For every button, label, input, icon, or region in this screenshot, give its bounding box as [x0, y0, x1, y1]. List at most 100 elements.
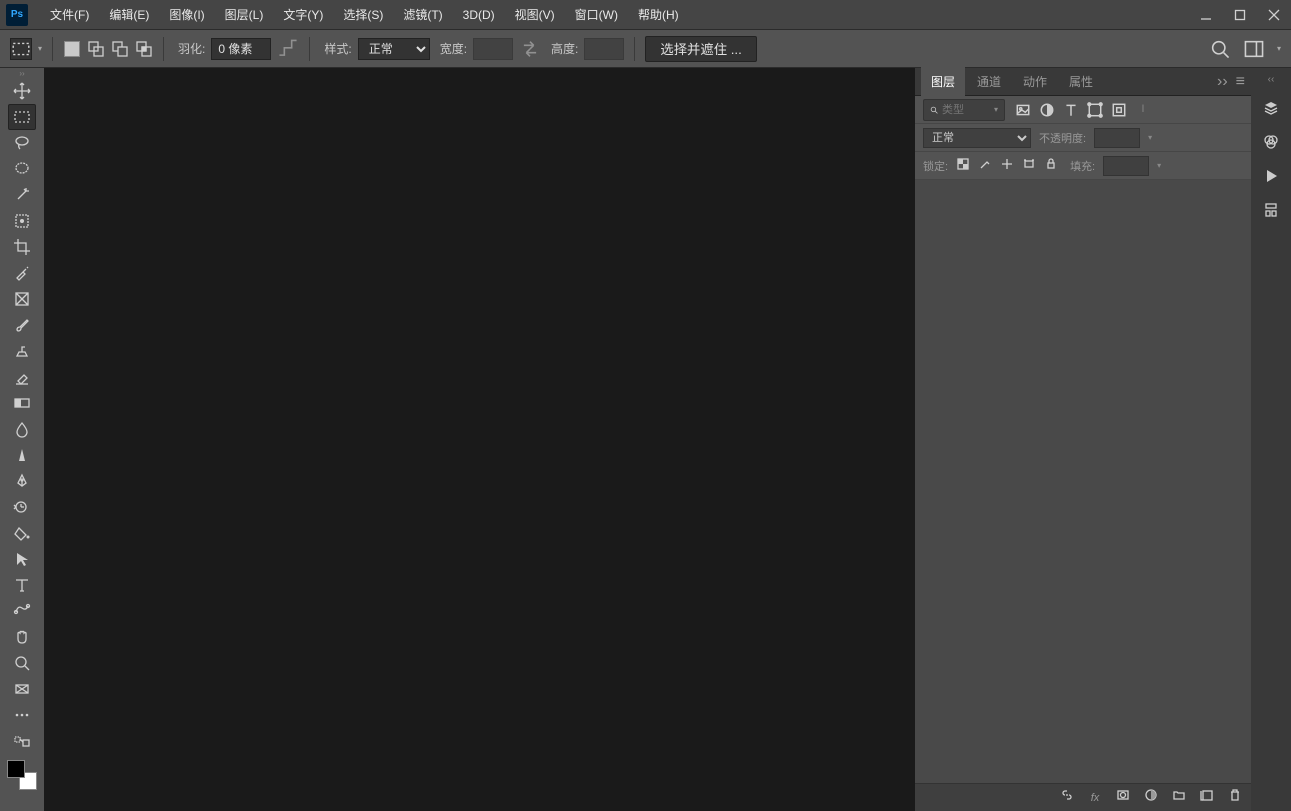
layer-fx-icon[interactable]: fx — [1087, 792, 1103, 804]
filter-adjustment-icon[interactable] — [1039, 102, 1055, 118]
panel-collapse-icon[interactable]: ›› — [1217, 73, 1228, 91]
tool-preset-chevron-icon[interactable]: ▾ — [38, 44, 42, 53]
canvas-area[interactable] — [44, 68, 915, 811]
filter-shape-icon[interactable] — [1087, 102, 1103, 118]
lasso-tool[interactable] — [8, 130, 36, 156]
selection-intersect-icon[interactable] — [135, 40, 153, 58]
menu-edit[interactable]: 编辑(E) — [99, 0, 159, 30]
edit-toolbar-icon[interactable] — [8, 728, 36, 754]
fill-input[interactable] — [1103, 156, 1149, 176]
options-bar: ▾ 羽化: 样式: 正常 宽度: 高度: 选择并遮住 ... ▾ — [0, 30, 1291, 68]
object-selection-tool[interactable] — [8, 208, 36, 234]
eraser-tool[interactable] — [8, 364, 36, 390]
menu-view[interactable]: 视图(V) — [505, 0, 565, 30]
current-tool-icon[interactable] — [10, 38, 32, 60]
menu-select[interactable]: 选择(S) — [333, 0, 393, 30]
search-icon[interactable] — [1209, 38, 1231, 60]
paint-bucket-tool[interactable] — [8, 520, 36, 546]
feather-input[interactable] — [211, 38, 271, 60]
menu-image[interactable]: 图像(I) — [159, 0, 214, 30]
layer-filter-kind[interactable]: ▾ — [923, 99, 1005, 121]
menu-type[interactable]: 文字(Y) — [273, 0, 333, 30]
feather-label: 羽化: — [178, 40, 205, 57]
menu-file[interactable]: 文件(F) — [40, 0, 99, 30]
fill-label: 填充: — [1070, 158, 1095, 174]
opacity-input[interactable] — [1094, 128, 1140, 148]
window-maximize-button[interactable] — [1223, 0, 1257, 30]
pen-tool[interactable] — [8, 468, 36, 494]
link-layers-icon[interactable] — [1059, 788, 1075, 807]
eyedropper-tool[interactable] — [8, 260, 36, 286]
menu-filter[interactable]: 滤镜(T) — [393, 0, 452, 30]
blend-mode-select[interactable]: 正常 — [923, 128, 1031, 148]
filter-toggle-icon[interactable]: ⏽ — [1135, 102, 1151, 118]
shape-tool[interactable] — [8, 598, 36, 624]
dodge-tool[interactable] — [8, 442, 36, 468]
frame-tool[interactable] — [8, 286, 36, 312]
lock-transparency-icon[interactable] — [956, 157, 970, 174]
layer-mask-icon[interactable] — [1115, 788, 1131, 807]
clone-stamp-tool[interactable] — [8, 338, 36, 364]
tab-actions[interactable]: 动作 — [1013, 67, 1057, 96]
side-rail-expand-handle[interactable]: ‹‹ — [1268, 74, 1275, 86]
tab-properties[interactable]: 属性 — [1059, 67, 1103, 96]
lock-position-icon[interactable] — [1000, 157, 1014, 174]
height-label: 高度: — [551, 40, 578, 57]
height-input[interactable] — [584, 38, 624, 60]
ps-logo: Ps — [6, 4, 28, 26]
workspace-chevron-icon[interactable]: ▾ — [1277, 44, 1281, 53]
zoom-tool[interactable] — [8, 650, 36, 676]
layer-filter-input[interactable] — [942, 104, 990, 116]
adjustment-layer-icon[interactable] — [1143, 788, 1159, 807]
window-minimize-button[interactable] — [1189, 0, 1223, 30]
hand-tool[interactable] — [8, 624, 36, 650]
rail-channels-icon[interactable] — [1259, 130, 1283, 154]
more-tools-icon[interactable] — [8, 702, 36, 728]
selection-new-icon[interactable] — [63, 40, 81, 58]
menu-window[interactable]: 窗口(W) — [565, 0, 628, 30]
lock-all-icon[interactable] — [1044, 157, 1058, 174]
filter-pixel-icon[interactable] — [1015, 102, 1031, 118]
artboard-tool[interactable] — [8, 676, 36, 702]
selection-subtract-icon[interactable] — [111, 40, 129, 58]
select-and-mask-button[interactable]: 选择并遮住 ... — [645, 36, 756, 62]
style-select[interactable]: 正常 — [358, 38, 430, 60]
crop-tool[interactable] — [8, 234, 36, 260]
filter-smartobject-icon[interactable] — [1111, 102, 1127, 118]
tab-channels[interactable]: 通道 — [967, 67, 1011, 96]
rectangular-marquee-tool[interactable] — [8, 104, 36, 130]
move-tool[interactable] — [8, 78, 36, 104]
lock-image-icon[interactable] — [978, 157, 992, 174]
gradient-tool[interactable] — [8, 390, 36, 416]
brush-tool[interactable] — [8, 312, 36, 338]
layers-list[interactable] — [915, 180, 1251, 783]
tab-layers[interactable]: 图层 — [921, 67, 965, 96]
swap-wh-icon[interactable] — [519, 38, 541, 60]
history-brush-tool[interactable] — [8, 494, 36, 520]
type-tool[interactable] — [8, 572, 36, 598]
panel-menu-icon[interactable]: ≡ — [1236, 73, 1245, 91]
path-selection-tool[interactable] — [8, 546, 36, 572]
delete-layer-icon[interactable] — [1227, 788, 1243, 807]
blur-tool[interactable] — [8, 416, 36, 442]
menu-3d[interactable]: 3D(D) — [453, 0, 505, 30]
quick-selection-tool[interactable] — [8, 156, 36, 182]
workspace-icon[interactable] — [1243, 38, 1265, 60]
magic-wand-tool[interactable] — [8, 182, 36, 208]
color-swatches[interactable] — [7, 760, 37, 790]
window-close-button[interactable] — [1257, 0, 1291, 30]
menu-layer[interactable]: 图层(L) — [215, 0, 274, 30]
toolbar-expand-handle[interactable]: ›› — [0, 68, 44, 78]
width-input[interactable] — [473, 38, 513, 60]
foreground-color-swatch[interactable] — [7, 760, 25, 778]
new-layer-icon[interactable] — [1199, 788, 1215, 807]
layer-group-icon[interactable] — [1171, 788, 1187, 807]
filter-type-icon[interactable] — [1063, 102, 1079, 118]
lock-artboard-icon[interactable] — [1022, 157, 1036, 174]
rail-properties-icon[interactable] — [1259, 198, 1283, 222]
menu-help[interactable]: 帮助(H) — [628, 0, 689, 30]
selection-add-icon[interactable] — [87, 40, 105, 58]
rail-layers-icon[interactable] — [1259, 96, 1283, 120]
rail-actions-icon[interactable] — [1259, 164, 1283, 188]
antialias-icon[interactable] — [277, 38, 299, 60]
